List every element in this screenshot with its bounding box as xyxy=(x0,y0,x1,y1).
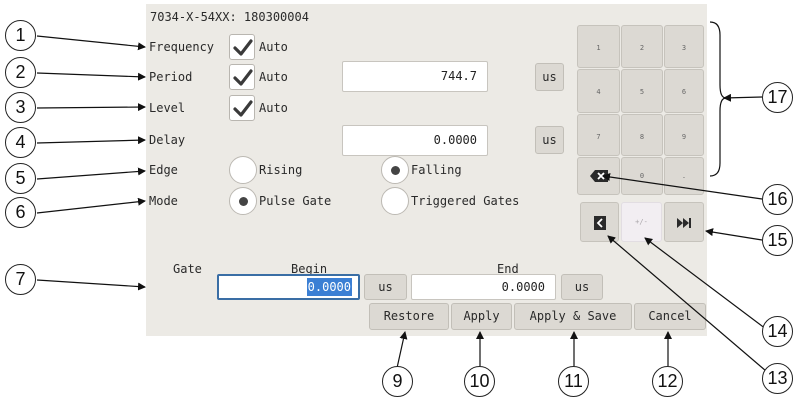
callout-5: 5 xyxy=(5,163,36,194)
callout-11: 11 xyxy=(558,366,589,397)
callout-3: 3 xyxy=(5,92,36,123)
callout-15: 15 xyxy=(762,225,793,256)
callout-1: 1 xyxy=(5,20,36,51)
callout-14: 14 xyxy=(762,316,793,347)
annotation-arrows xyxy=(36,21,767,372)
callout-9: 9 xyxy=(382,366,413,397)
callout-2: 2 xyxy=(5,57,36,88)
callout-12: 12 xyxy=(652,366,683,397)
callout-10: 10 xyxy=(464,366,495,397)
callout-7: 7 xyxy=(5,264,36,295)
callout-6: 6 xyxy=(5,197,36,228)
callout-13: 13 xyxy=(762,363,793,394)
callout-4: 4 xyxy=(5,127,36,158)
callout-17: 17 xyxy=(762,82,793,113)
callout-16: 16 xyxy=(762,184,793,215)
